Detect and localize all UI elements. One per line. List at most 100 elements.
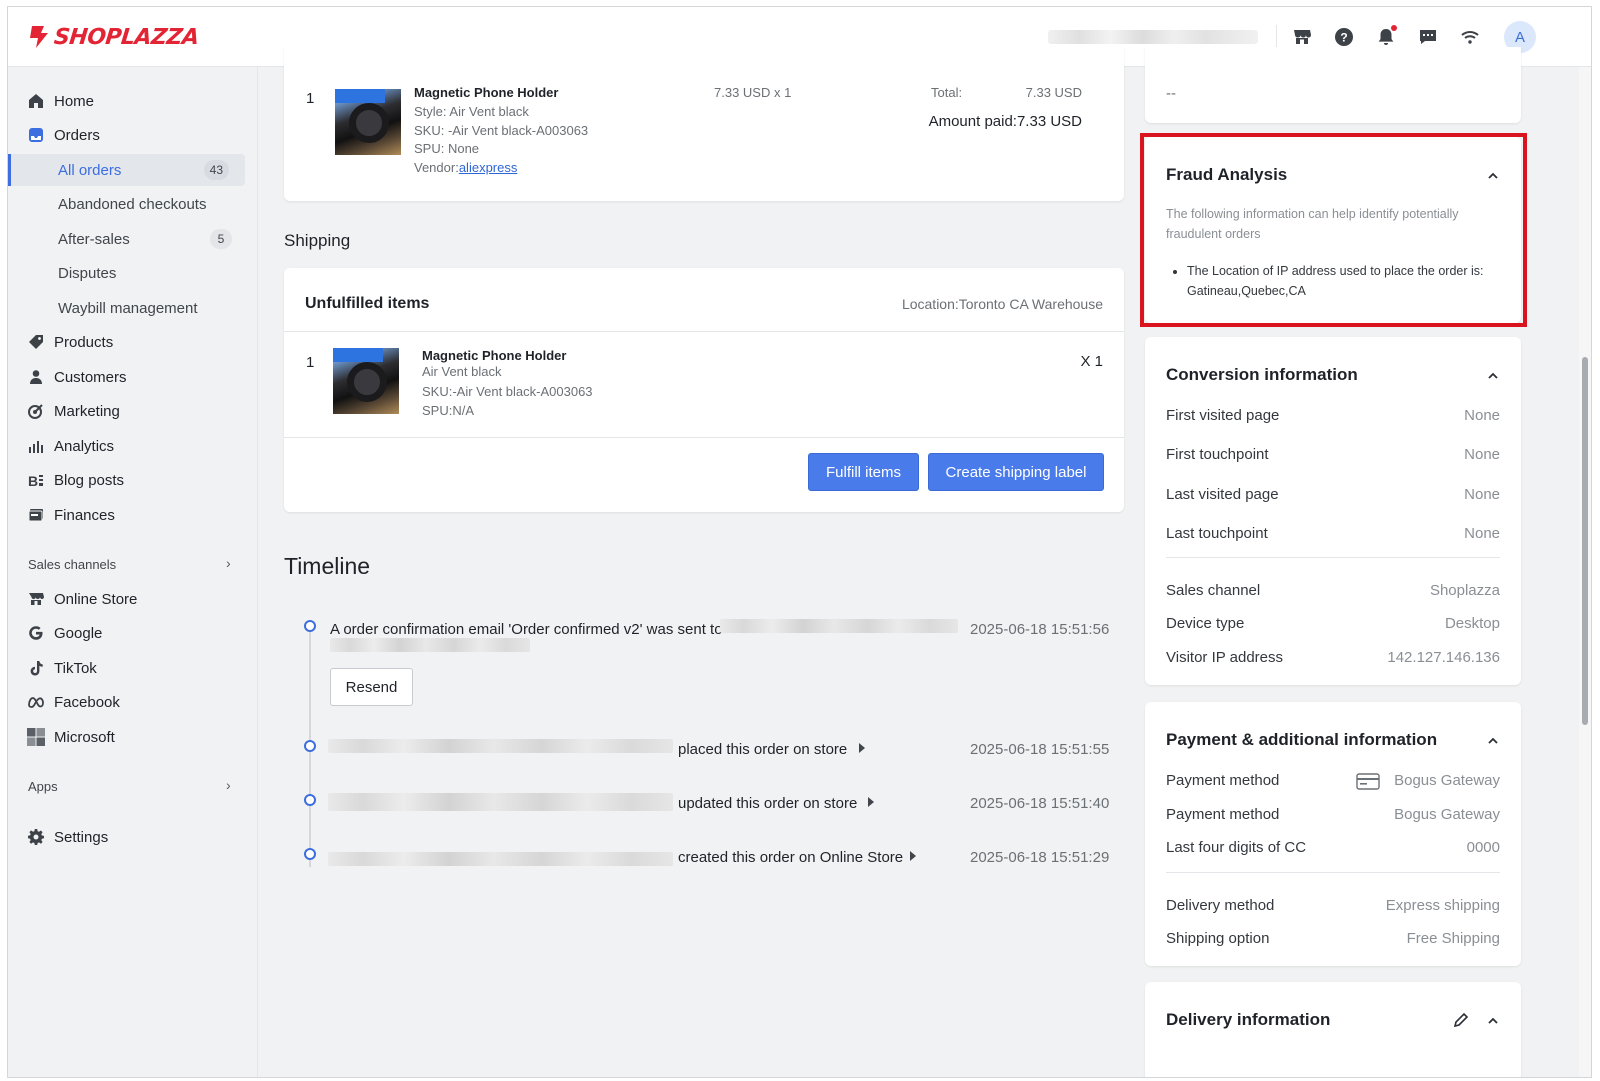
- fraud-analysis-card: Fraud Analysis The following information…: [1145, 137, 1521, 323]
- chevron-up-icon[interactable]: [1487, 170, 1499, 182]
- sidebar-item-customers[interactable]: Customers: [8, 361, 258, 393]
- sidebar-item-label: Abandoned checkouts: [58, 195, 207, 213]
- caret-right-icon[interactable]: [868, 797, 874, 807]
- redacted-user: [328, 793, 673, 811]
- unfulfilled-title: Unfulfilled items: [305, 295, 430, 312]
- delivery-card: Delivery information: [1145, 982, 1521, 1077]
- product-name[interactable]: Magnetic Phone Holder: [422, 348, 566, 363]
- resend-button[interactable]: Resend: [330, 668, 413, 706]
- orders-icon: [27, 126, 45, 144]
- tag-icon: [27, 333, 45, 351]
- sidebar-item-google[interactable]: Google: [8, 617, 258, 649]
- sidebar-item-analytics[interactable]: Analytics: [8, 430, 258, 462]
- timeline-event-text[interactable]: created this order on Online Store: [678, 849, 903, 866]
- fulfill-items-button[interactable]: Fulfill items: [808, 453, 919, 491]
- google-icon: [27, 624, 45, 642]
- sidebar-item-orders[interactable]: Orders: [8, 119, 258, 151]
- sidebar-item-waybill-management[interactable]: Waybill management: [8, 292, 258, 324]
- sidebar-item-settings[interactable]: Settings: [8, 821, 258, 853]
- shoplazza-logo[interactable]: SHOPLAZZA: [28, 24, 200, 50]
- vendor-link[interactable]: aliexpress: [459, 160, 518, 175]
- row-label: First touchpoint: [1166, 446, 1269, 463]
- timeline-dot: [304, 848, 316, 860]
- finance-icon: [27, 506, 45, 524]
- product-thumbnail[interactable]: [333, 348, 399, 414]
- sidebar-item-facebook[interactable]: Facebook: [8, 686, 258, 718]
- row-value: None: [1464, 486, 1500, 503]
- product-spu: SPU: None: [414, 141, 480, 156]
- row-value: None: [1464, 446, 1500, 463]
- fraud-description: The following information can help ident…: [1166, 207, 1459, 241]
- store-icon: [27, 590, 45, 608]
- sidebar-item-label: Microsoft: [54, 728, 115, 746]
- row-label: Visitor IP address: [1166, 649, 1284, 666]
- sidebar: Home Orders All orders 43 Abandoned chec…: [8, 67, 258, 1077]
- divider: [284, 331, 1124, 332]
- chevron-up-icon[interactable]: [1487, 1015, 1499, 1027]
- timeline-time: 2025-06-18 15:51:56: [970, 621, 1110, 638]
- sales-channels-label[interactable]: Sales channels: [28, 557, 116, 572]
- amount-paid: Amount paid:7.33 USD: [928, 113, 1082, 130]
- row-value: Bogus Gateway: [1394, 806, 1500, 823]
- fraud-analysis-title: Fraud Analysis: [1166, 165, 1288, 184]
- timeline-dot: [304, 620, 316, 632]
- scrollbar-thumb[interactable]: [1582, 357, 1588, 725]
- wifi-icon[interactable]: [1458, 25, 1482, 49]
- order-item-card: 1 Magnetic Phone Holder Style: Air Vent …: [284, 47, 1124, 201]
- chevron-right-icon[interactable]: ›: [226, 777, 231, 793]
- sidebar-item-label: Online Store: [54, 590, 138, 608]
- sidebar-item-after-sales[interactable]: After-sales 5: [8, 223, 258, 255]
- scrollbar[interactable]: [1579, 67, 1591, 1077]
- chevron-right-icon[interactable]: ›: [226, 555, 231, 571]
- product-name[interactable]: Magnetic Phone Holder: [414, 85, 558, 100]
- store-name-redacted[interactable]: [1048, 30, 1258, 44]
- divider: [1166, 557, 1500, 558]
- sidebar-item-microsoft[interactable]: Microsoft: [8, 721, 258, 753]
- home-icon: [27, 92, 45, 110]
- sidebar-item-blog-posts[interactable]: B Blog posts: [8, 464, 258, 496]
- sidebar-item-label: All orders: [58, 161, 122, 179]
- product-vendor: Vendor:aliexpress: [414, 160, 517, 175]
- timeline-time: 2025-06-18 15:51:40: [970, 795, 1110, 812]
- create-shipping-label-button[interactable]: Create shipping label: [928, 453, 1104, 491]
- bell-icon[interactable]: [1374, 25, 1398, 49]
- sidebar-item-label: Home: [54, 92, 95, 110]
- sidebar-item-abandoned-checkouts[interactable]: Abandoned checkouts: [8, 188, 258, 220]
- chevron-up-icon[interactable]: [1487, 735, 1499, 747]
- row-value: Bogus Gateway: [1394, 772, 1500, 789]
- redacted-user: [328, 852, 673, 866]
- sidebar-item-all-orders[interactable]: All orders 43: [8, 154, 245, 186]
- apps-label[interactable]: Apps: [28, 779, 58, 794]
- store-icon[interactable]: [1290, 25, 1314, 49]
- notification-dot: [1391, 25, 1397, 31]
- price-quantity: 7.33 USD x 1: [714, 85, 792, 100]
- sidebar-item-tiktok[interactable]: TikTok: [8, 652, 258, 684]
- topbar-divider: [1276, 25, 1277, 49]
- timeline-event-text[interactable]: updated this order on store: [678, 795, 857, 812]
- payment-card: Payment & additional information Payment…: [1145, 702, 1521, 966]
- meta-icon: [27, 693, 45, 711]
- row-label: First visited page: [1166, 407, 1280, 424]
- product-thumbnail[interactable]: [335, 89, 401, 155]
- chat-icon[interactable]: [1416, 25, 1440, 49]
- sidebar-item-finances[interactable]: Finances: [8, 499, 258, 531]
- divider: [284, 437, 1124, 438]
- sidebar-item-marketing[interactable]: Marketing: [8, 395, 258, 427]
- timeline-event-text[interactable]: placed this order on store: [678, 741, 847, 758]
- sidebar-item-products[interactable]: Products: [8, 326, 258, 358]
- sidebar-item-disputes[interactable]: Disputes: [8, 257, 258, 289]
- chevron-up-icon[interactable]: [1487, 370, 1499, 382]
- person-icon: [27, 368, 45, 386]
- sidebar-item-online-store[interactable]: Online Store: [8, 583, 258, 615]
- sidebar-item-home[interactable]: Home: [8, 85, 258, 117]
- timeline-time: 2025-06-18 15:51:29: [970, 849, 1110, 866]
- sidebar-item-label: Google: [54, 624, 103, 642]
- sidebar-item-label: Blog posts: [54, 471, 125, 489]
- help-icon[interactable]: ?: [1332, 25, 1356, 49]
- total-label: Total:: [931, 85, 963, 100]
- edit-icon[interactable]: [1453, 1012, 1469, 1028]
- product-sku: SKU:-Air Vent black-A003063: [422, 384, 593, 399]
- app-window: SHOPLAZZA ? A Home Orders All orders 43 …: [7, 6, 1592, 1078]
- caret-right-icon[interactable]: [859, 743, 865, 753]
- caret-right-icon[interactable]: [910, 851, 916, 861]
